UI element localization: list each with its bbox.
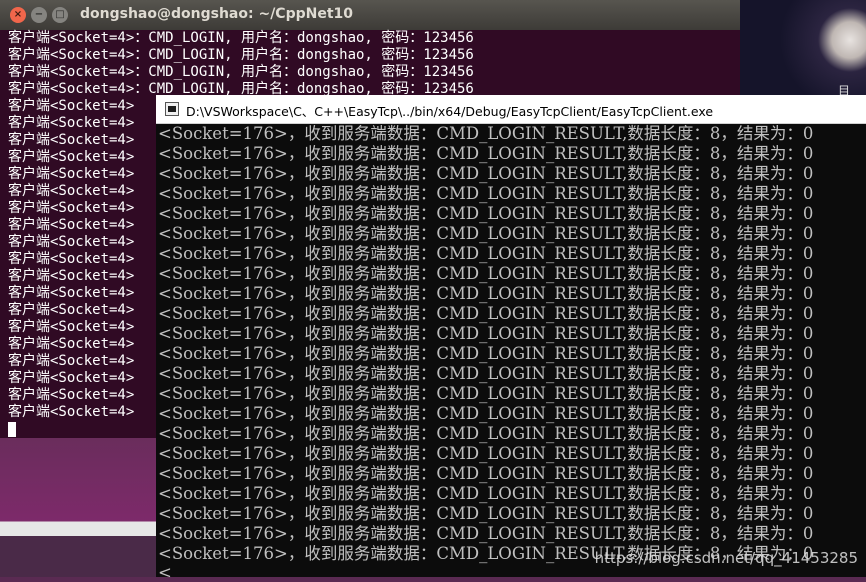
console-line: <Socket=176>，收到服务端数据：CMD_LOGIN_RESULT,数据… [158,204,814,223]
desktop-taskbar-area [0,438,156,577]
console-line: <Socket=176>，收到服务端数据：CMD_LOGIN_RESULT,数据… [158,344,814,363]
console-line: <Socket=176>，收到服务端数据：CMD_LOGIN_RESULT,数据… [158,484,814,503]
console-line: <Socket=176>，收到服务端数据：CMD_LOGIN_RESULT,数据… [158,224,814,243]
console-line: <Socket=176>，收到服务端数据：CMD_LOGIN_RESULT,数据… [158,244,814,263]
console-line: <Socket=176>，收到服务端数据：CMD_LOGIN_RESULT,数据… [158,304,814,323]
console-line: <Socket=176>，收到服务端数据：CMD_LOGIN_RESULT,数据… [158,144,814,163]
windows-console-output[interactable]: <Socket=176>，收到服务端数据：CMD_LOGIN_RESULT,数据… [158,124,813,582]
terminal-line: 客户端<Socket=4>：CMD_LOGIN, 用户名：dongshao, 密… [8,64,474,80]
console-line: <Socket=176>，收到服务端数据：CMD_LOGIN_RESULT,数据… [158,124,814,143]
windows-titlebar[interactable]: D:\VSWorkspace\C、C++\EasyTcp\../bin/x64/… [156,95,866,124]
terminal-cursor [8,422,16,437]
console-line: <Socket=176>，收到服务端数据：CMD_LOGIN_RESULT,数据… [158,164,814,183]
desktop-wallpaper [740,0,866,95]
console-line: <Socket=176>，收到服务端数据：CMD_LOGIN_RESULT,数据… [158,264,814,283]
console-line: <Socket=176>，收到服务端数据：CMD_LOGIN_RESULT,数据… [158,424,814,443]
console-line: <Socket=176>，收到服务端数据：CMD_LOGIN_RESULT,数据… [158,324,814,343]
console-line: <Socket=176>，收到服务端数据：CMD_LOGIN_RESULT,数据… [158,464,814,483]
console-line: <Socket=176>，收到服务端数据：CMD_LOGIN_RESULT,数据… [158,404,814,423]
console-line: <Socket=176>，收到服务端数据：CMD_LOGIN_RESULT,数据… [158,444,814,463]
console-line: <Socket=176>，收到服务端数据：CMD_LOGIN_RESULT,数据… [158,184,814,203]
console-line: <Socket=176>，收到服务端数据：CMD_LOGIN_RESULT,数据… [158,504,814,523]
watermark: https://blog.csdn.net/qq_41453285 [594,549,858,567]
console-line: <Socket=176>，收到服务端数据：CMD_LOGIN_RESULT,数据… [158,524,814,543]
windows-console-window[interactable]: D:\VSWorkspace\C、C++\EasyTcp\../bin/x64/… [156,95,866,582]
console-line: <Socket=176>，收到服务端数据：CMD_LOGIN_RESULT,数据… [158,284,814,303]
desktop-panel-lower [0,536,156,577]
ubuntu-titlebar[interactable]: × − □ dongshao@dongshao: ~/CppNet10 [0,0,740,30]
desktop-panel [0,522,156,536]
minimize-icon[interactable]: − [31,7,47,23]
maximize-icon[interactable]: □ [52,7,68,23]
console-app-icon [165,102,179,116]
console-line: <Socket=176>，收到服务端数据：CMD_LOGIN_RESULT,数据… [158,384,814,403]
windows-window-title: D:\VSWorkspace\C、C++\EasyTcp\../bin/x64/… [186,104,714,119]
terminal-line: 客户端<Socket=4>：CMD_LOGIN, 用户名：dongshao, 密… [8,47,474,63]
console-line: <Socket=176>，收到服务端数据：CMD_LOGIN_RESULT,数据… [158,364,814,383]
ubuntu-window-title: dongshao@dongshao: ~/CppNet10 [80,6,354,22]
terminal-line: 客户端<Socket=4>：CMD_LOGIN, 用户名：dongshao, 密… [8,30,474,46]
close-icon[interactable]: × [10,7,26,23]
